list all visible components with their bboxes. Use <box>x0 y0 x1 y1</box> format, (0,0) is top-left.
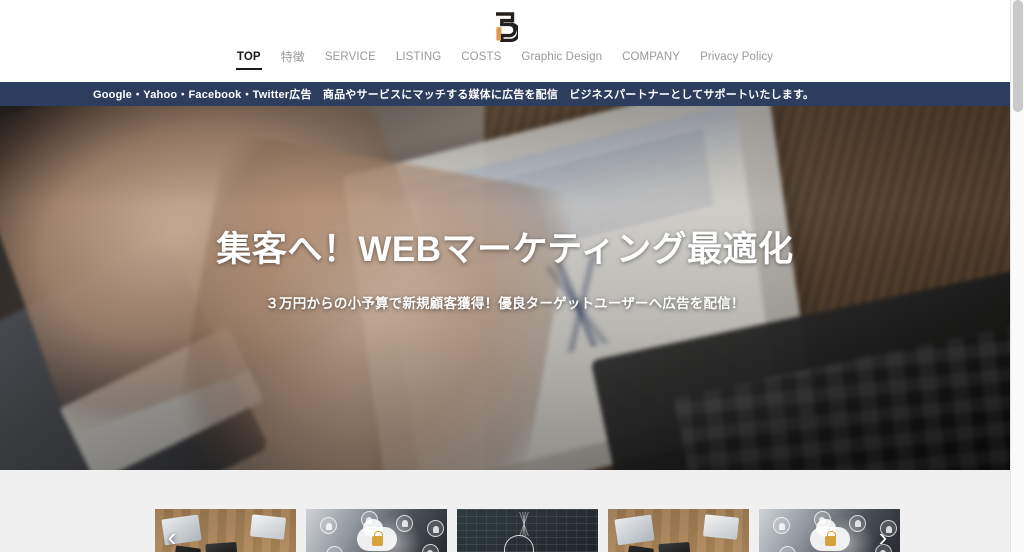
user-node-icon <box>427 520 445 538</box>
thumb-device-a <box>205 541 238 552</box>
nav-item-service[interactable]: SERVICE <box>315 50 386 64</box>
user-node-icon <box>320 516 338 534</box>
announcement-banner-text: Google・Yahoo・Facebook・Twitter広告 商品やサービスに… <box>93 89 815 101</box>
user-node-icon <box>396 514 414 532</box>
scrollbar-thumb[interactable] <box>1013 0 1023 112</box>
nav-item-top[interactable]: TOP <box>227 50 271 70</box>
b-logo-icon <box>496 12 518 42</box>
vertical-scrollbar[interactable] <box>1010 0 1024 552</box>
hero-copy: 集客へ！WEBマーケティング最適化 ３万円からの小予算で新規顧客獲得！優良ターゲ… <box>0 230 1010 312</box>
user-node-icon <box>849 514 867 532</box>
carousel-thumbnail[interactable] <box>608 509 749 552</box>
user-node-icon <box>325 545 343 552</box>
announcement-banner: Google・Yahoo・Facebook・Twitter広告 商品やサービスに… <box>0 82 1010 106</box>
nav-item-privacy-policy[interactable]: Privacy Policy <box>690 50 783 64</box>
lightbulb-rays <box>499 512 551 536</box>
page-root: TOP 特徴 SERVICE LISTING COSTS Graphic Des… <box>0 0 1024 552</box>
main-navigation: TOP 特徴 SERVICE LISTING COSTS Graphic Des… <box>227 50 783 70</box>
hero-subheadline: ３万円からの小予算で新規顧客獲得！優良ターゲットユーザーへ広告を配信！ <box>265 296 745 312</box>
carousel-thumbnail[interactable] <box>306 509 447 552</box>
thumbnail-art-desk <box>608 509 749 552</box>
carousel-next-arrow[interactable]: › <box>872 520 894 552</box>
lock-icon <box>371 531 383 547</box>
hero-headline: 集客へ！WEBマーケティング最適化 <box>216 230 794 269</box>
nav-item-features[interactable]: 特徴 <box>271 50 315 64</box>
site-header: TOP 特徴 SERVICE LISTING COSTS Graphic Des… <box>0 0 1010 82</box>
carousel-thumbnail[interactable]: ‹ <box>155 509 296 552</box>
user-node-icon <box>778 545 796 552</box>
thumbnail-art-security <box>306 509 447 552</box>
nav-item-company[interactable]: COMPANY <box>612 50 690 64</box>
nav-item-listing[interactable]: LISTING <box>386 50 451 64</box>
thumb-device-a <box>658 541 691 552</box>
thumbnail-carousel[interactable]: ‹ › <box>155 509 900 552</box>
lock-icon <box>824 531 836 547</box>
hero-section: 集客へ！WEBマーケティング最適化 ３万円からの小予算で新規顧客獲得！優良ターゲ… <box>0 106 1010 470</box>
gallery-section: ‹ › <box>0 470 1010 552</box>
carousel-prev-arrow[interactable]: ‹ <box>161 520 183 552</box>
carousel-thumbnail[interactable]: Good Idea ! <box>457 509 598 552</box>
nav-item-graphic-design[interactable]: Graphic Design <box>511 50 612 64</box>
site-logo[interactable] <box>492 11 518 43</box>
thumbnail-art-chalkboard: Good Idea ! <box>457 509 598 552</box>
page-viewport: TOP 特徴 SERVICE LISTING COSTS Graphic Des… <box>0 0 1010 552</box>
carousel-thumbnail[interactable]: › <box>759 509 900 552</box>
nav-item-costs[interactable]: COSTS <box>451 50 511 64</box>
thumb-device-b <box>626 545 655 552</box>
user-node-icon <box>421 543 439 552</box>
user-node-icon <box>773 516 791 534</box>
